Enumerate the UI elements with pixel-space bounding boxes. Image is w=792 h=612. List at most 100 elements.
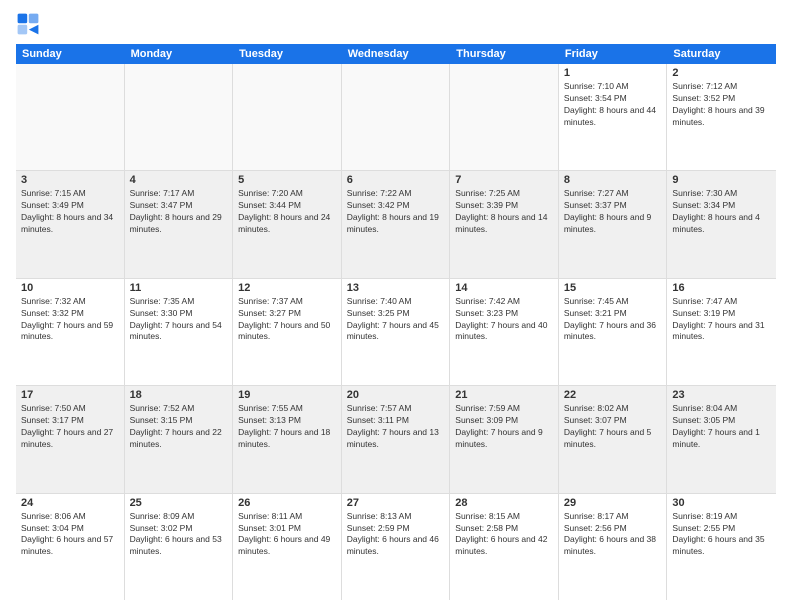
day-cell: 16Sunrise: 7:47 AM Sunset: 3:19 PM Dayli… [667, 279, 776, 385]
day-number: 18 [130, 389, 228, 401]
day-info: Sunrise: 7:25 AM Sunset: 3:39 PM Dayligh… [455, 188, 553, 236]
calendar-body: 1Sunrise: 7:10 AM Sunset: 3:54 PM Daylig… [16, 64, 776, 600]
day-info: Sunrise: 7:35 AM Sunset: 3:30 PM Dayligh… [130, 296, 228, 344]
page: SundayMondayTuesdayWednesdayThursdayFrid… [0, 0, 792, 612]
day-info: Sunrise: 7:50 AM Sunset: 3:17 PM Dayligh… [21, 403, 119, 451]
day-info: Sunrise: 8:06 AM Sunset: 3:04 PM Dayligh… [21, 511, 119, 559]
day-number: 2 [672, 67, 771, 79]
day-number: 6 [347, 174, 445, 186]
day-cell: 17 Sunrise: 7:50 AM Sunset: 3:17 PM Dayli… [16, 386, 125, 492]
day-number: 16 [672, 282, 771, 294]
day-cell: 11 Sunrise: 7:35 AM Sunset: 3:30 PM Dayli… [125, 279, 234, 385]
day-info: Sunrise: 8:17 AM Sunset: 2:56 PM Dayligh… [564, 511, 662, 559]
logo [16, 12, 44, 36]
day-number: 12 [238, 282, 336, 294]
day-number: 11 [130, 282, 228, 294]
weekday-header: Friday [559, 44, 668, 64]
day-info: Sunrise: 8:04 AM Sunset: 3:05 PM Dayligh… [672, 403, 771, 451]
day-cell: 27 Sunrise: 8:13 AM Sunset: 2:59 PM Dayli… [342, 494, 451, 600]
day-cell: 20 Sunrise: 7:57 AM Sunset: 3:11 PM Dayli… [342, 386, 451, 492]
header [16, 12, 776, 36]
day-number: 19 [238, 389, 336, 401]
empty-cell [16, 64, 125, 170]
day-number: 14 [455, 282, 553, 294]
day-number: 10 [21, 282, 119, 294]
day-number: 23 [672, 389, 771, 401]
day-number: 4 [130, 174, 228, 186]
day-info: Sunrise: 7:30 AM Sunset: 3:34 PM Dayligh… [672, 188, 771, 236]
day-cell: 1Sunrise: 7:10 AM Sunset: 3:54 PM Daylig… [559, 64, 668, 170]
calendar-row: 1Sunrise: 7:10 AM Sunset: 3:54 PM Daylig… [16, 64, 776, 171]
day-number: 15 [564, 282, 662, 294]
day-cell: 8 Sunrise: 7:27 AM Sunset: 3:37 PM Daylig… [559, 171, 668, 277]
day-cell: 30 Sunrise: 8:19 AM Sunset: 2:55 PM Dayli… [667, 494, 776, 600]
empty-cell [233, 64, 342, 170]
day-cell: 28 Sunrise: 8:15 AM Sunset: 2:58 PM Dayli… [450, 494, 559, 600]
empty-cell [450, 64, 559, 170]
day-number: 26 [238, 497, 336, 509]
day-cell: 23 Sunrise: 8:04 AM Sunset: 3:05 PM Dayli… [667, 386, 776, 492]
day-info: Sunrise: 7:45 AM Sunset: 3:21 PM Dayligh… [564, 296, 662, 344]
day-info: Sunrise: 7:20 AM Sunset: 3:44 PM Dayligh… [238, 188, 336, 236]
day-number: 13 [347, 282, 445, 294]
day-info: Sunrise: 7:37 AM Sunset: 3:27 PM Dayligh… [238, 296, 336, 344]
day-info: Sunrise: 8:09 AM Sunset: 3:02 PM Dayligh… [130, 511, 228, 559]
day-info: Sunrise: 8:02 AM Sunset: 3:07 PM Dayligh… [564, 403, 662, 451]
day-cell: 5 Sunrise: 7:20 AM Sunset: 3:44 PM Daylig… [233, 171, 342, 277]
day-cell: 2 Sunrise: 7:12 AM Sunset: 3:52 PM Daylig… [667, 64, 776, 170]
day-cell: 26 Sunrise: 8:11 AM Sunset: 3:01 PM Dayli… [233, 494, 342, 600]
day-number: 7 [455, 174, 553, 186]
weekday-header: Thursday [450, 44, 559, 64]
day-info: Sunrise: 7:32 AM Sunset: 3:32 PM Dayligh… [21, 296, 119, 344]
day-info: Sunrise: 7:15 AM Sunset: 3:49 PM Dayligh… [21, 188, 119, 236]
day-cell: 19 Sunrise: 7:55 AM Sunset: 3:13 PM Dayli… [233, 386, 342, 492]
day-cell: 14 Sunrise: 7:42 AM Sunset: 3:23 PM Dayli… [450, 279, 559, 385]
weekday-header: Tuesday [233, 44, 342, 64]
day-info: Sunrise: 7:17 AM Sunset: 3:47 PM Dayligh… [130, 188, 228, 236]
day-number: 20 [347, 389, 445, 401]
day-number: 8 [564, 174, 662, 186]
empty-cell [125, 64, 234, 170]
day-number: 25 [130, 497, 228, 509]
day-number: 28 [455, 497, 553, 509]
day-number: 17 [21, 389, 119, 401]
empty-cell [342, 64, 451, 170]
day-info: Sunrise: 7:52 AM Sunset: 3:15 PM Dayligh… [130, 403, 228, 451]
day-cell: 15 Sunrise: 7:45 AM Sunset: 3:21 PM Dayli… [559, 279, 668, 385]
day-info: Sunrise: 8:13 AM Sunset: 2:59 PM Dayligh… [347, 511, 445, 559]
day-info: Sunrise: 7:40 AM Sunset: 3:25 PM Dayligh… [347, 296, 445, 344]
weekday-header: Monday [125, 44, 234, 64]
day-number: 27 [347, 497, 445, 509]
day-info: Sunrise: 8:15 AM Sunset: 2:58 PM Dayligh… [455, 511, 553, 559]
weekday-header: Sunday [16, 44, 125, 64]
day-info: Sunrise: 7:57 AM Sunset: 3:11 PM Dayligh… [347, 403, 445, 451]
day-number: 22 [564, 389, 662, 401]
day-cell: 3 Sunrise: 7:15 AM Sunset: 3:49 PM Daylig… [16, 171, 125, 277]
day-cell: 4 Sunrise: 7:17 AM Sunset: 3:47 PM Daylig… [125, 171, 234, 277]
logo-icon [16, 12, 40, 36]
day-number: 3 [21, 174, 119, 186]
day-cell: 13 Sunrise: 7:40 AM Sunset: 3:25 PM Dayli… [342, 279, 451, 385]
day-cell: 6Sunrise: 7:22 AM Sunset: 3:42 PM Daylig… [342, 171, 451, 277]
day-cell: 24 Sunrise: 8:06 AM Sunset: 3:04 PM Dayli… [16, 494, 125, 600]
day-cell: 10 Sunrise: 7:32 AM Sunset: 3:32 PM Dayli… [16, 279, 125, 385]
day-cell: 29Sunrise: 8:17 AM Sunset: 2:56 PM Dayli… [559, 494, 668, 600]
day-info: Sunrise: 7:12 AM Sunset: 3:52 PM Dayligh… [672, 81, 771, 129]
day-info: Sunrise: 7:55 AM Sunset: 3:13 PM Dayligh… [238, 403, 336, 451]
day-number: 5 [238, 174, 336, 186]
day-number: 24 [21, 497, 119, 509]
day-cell: 7 Sunrise: 7:25 AM Sunset: 3:39 PM Daylig… [450, 171, 559, 277]
day-info: Sunrise: 8:19 AM Sunset: 2:55 PM Dayligh… [672, 511, 771, 559]
day-number: 1 [564, 67, 662, 79]
day-info: Sunrise: 7:42 AM Sunset: 3:23 PM Dayligh… [455, 296, 553, 344]
day-number: 30 [672, 497, 771, 509]
day-info: Sunrise: 8:11 AM Sunset: 3:01 PM Dayligh… [238, 511, 336, 559]
day-cell: 9 Sunrise: 7:30 AM Sunset: 3:34 PM Daylig… [667, 171, 776, 277]
calendar-row: 10 Sunrise: 7:32 AM Sunset: 3:32 PM Dayli… [16, 279, 776, 386]
day-number: 21 [455, 389, 553, 401]
calendar: SundayMondayTuesdayWednesdayThursdayFrid… [16, 44, 776, 600]
day-cell: 25 Sunrise: 8:09 AM Sunset: 3:02 PM Dayli… [125, 494, 234, 600]
day-info: Sunrise: 7:27 AM Sunset: 3:37 PM Dayligh… [564, 188, 662, 236]
day-cell: 21Sunrise: 7:59 AM Sunset: 3:09 PM Dayli… [450, 386, 559, 492]
day-number: 9 [672, 174, 771, 186]
